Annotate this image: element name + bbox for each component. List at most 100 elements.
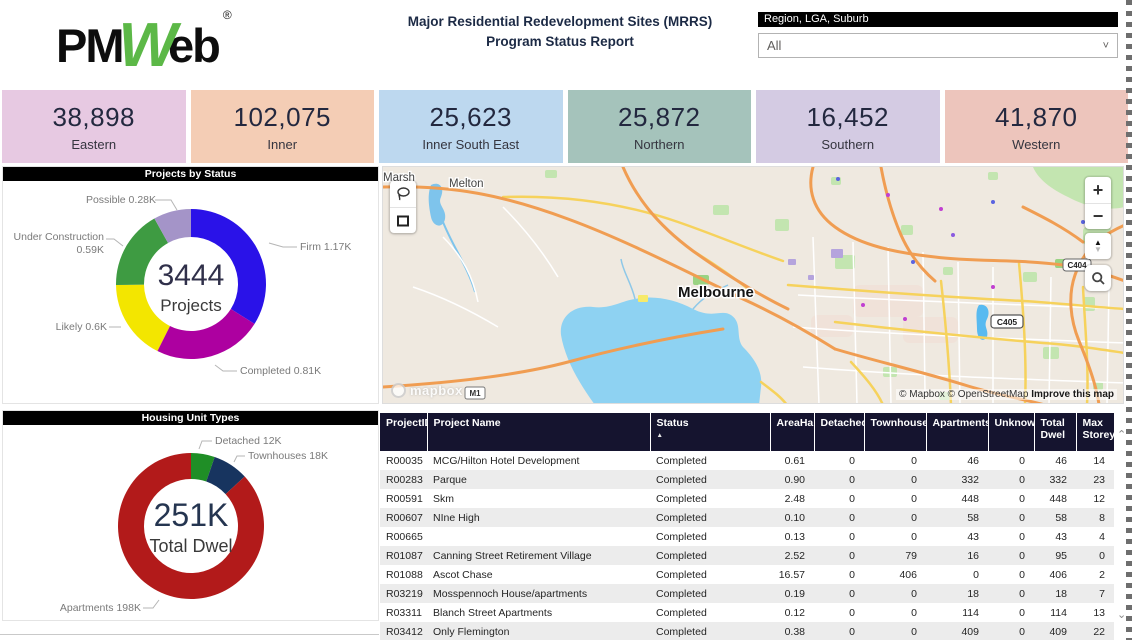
column-header-project-name[interactable]: Project Name: [427, 413, 650, 451]
table-row[interactable]: R03219Mosspennoch House/apartmentsComple…: [380, 584, 1114, 603]
housing-unit-types-panel: Housing Unit Types 251K Total Dwel Detac…: [2, 410, 379, 621]
kpi-card-inner-south-east[interactable]: 25,623Inner South East: [379, 90, 563, 163]
table-cell: 448: [926, 489, 988, 508]
map-zoom-control: + −: [1085, 177, 1111, 229]
kpi-label: Western: [1012, 137, 1060, 152]
table-cell: Completed: [650, 489, 770, 508]
chevron-down-icon: ˅: [1103, 40, 1109, 52]
table-row[interactable]: R00283ParqueCompleted0.9000332033223: [380, 470, 1114, 489]
mapbox-logo-icon: [391, 383, 406, 398]
table-cell: 46: [926, 451, 988, 470]
donut-segment-firm[interactable]: [191, 209, 266, 324]
search-icon: [1091, 271, 1106, 286]
kpi-value: 25,872: [618, 102, 701, 133]
column-header-detached[interactable]: Detached: [814, 413, 864, 451]
table-cell: 0: [814, 546, 864, 565]
logo-text-pm: PM: [56, 19, 123, 72]
table-cell: Completed: [650, 622, 770, 640]
table-cell: Skm: [427, 489, 650, 508]
improve-map-link[interactable]: Improve this map: [1031, 389, 1114, 400]
table-cell: MCG/Hilton Hotel Development: [427, 451, 650, 470]
mapbox-logo-text: mapbox: [410, 383, 463, 398]
pitch-toggle-button[interactable]: ▲ ▼: [1085, 233, 1111, 259]
table-row[interactable]: R00591SkmCompleted2.4800448044812: [380, 489, 1114, 508]
table-cell: 12: [1076, 489, 1114, 508]
table-cell: 2.52: [770, 546, 814, 565]
table-cell: 0: [864, 584, 926, 603]
column-header-apartments[interactable]: Apartments: [926, 413, 988, 451]
housing-unit-types-header: Housing Unit Types: [3, 411, 378, 425]
callout-firm: Firm 1.17K: [300, 241, 375, 254]
table-cell: R03219: [380, 584, 427, 603]
table-cell: 0: [988, 603, 1034, 622]
table-row[interactable]: R01088Ascot ChaseCompleted16.57040600406…: [380, 565, 1114, 584]
table-cell: 0: [864, 508, 926, 527]
table-cell: 0: [864, 470, 926, 489]
mapbox-logo[interactable]: mapbox: [391, 383, 463, 398]
projects-table-container: ProjectIDProject NameStatus▲AreaHaDetach…: [380, 413, 1114, 640]
callout-detached: Detached 12K: [215, 435, 325, 448]
table-cell: 18: [926, 584, 988, 603]
table-cell: 0: [864, 622, 926, 640]
table-scroll-up-icon[interactable]: ⌃: [1117, 428, 1126, 441]
table-row[interactable]: R03311Blanch Street ApartmentsCompleted0…: [380, 603, 1114, 622]
map-search-button[interactable]: [1085, 265, 1111, 291]
table-cell: 0: [926, 565, 988, 584]
column-header-status[interactable]: Status▲: [650, 413, 770, 451]
table-cell: 332: [926, 470, 988, 489]
page-edge-scrollbar[interactable]: [1126, 0, 1132, 640]
column-header-unknown[interactable]: Unknown: [988, 413, 1034, 451]
melbourne-map[interactable]: C404 M1 C405 Marsh Melton Melbourne: [382, 166, 1124, 404]
table-cell: 43: [1034, 527, 1076, 546]
zoom-out-button[interactable]: −: [1085, 203, 1111, 229]
table-cell: R00665: [380, 527, 427, 546]
table-cell: 0: [864, 451, 926, 470]
table-cell: 0: [864, 603, 926, 622]
table-row[interactable]: R00035MCG/Hilton Hotel DevelopmentComple…: [380, 451, 1114, 470]
donut-segment-likely[interactable]: [116, 285, 170, 351]
kpi-value: 16,452: [806, 102, 889, 133]
table-cell: 409: [926, 622, 988, 640]
table-cell: 0: [814, 622, 864, 640]
table-cell: 23: [1076, 470, 1114, 489]
callout-townhouses: Townhouses 18K: [248, 450, 368, 463]
table-cell: Parque: [427, 470, 650, 489]
box-select-button[interactable]: [390, 207, 416, 233]
table-cell: Completed: [650, 565, 770, 584]
table-cell: 0: [988, 565, 1034, 584]
kpi-card-northern[interactable]: 25,872Northern: [568, 90, 752, 163]
kpi-card-inner[interactable]: 102,075Inner: [191, 90, 375, 163]
kpi-value: 38,898: [52, 102, 135, 133]
table-cell: 0: [814, 451, 864, 470]
column-header-max-storeys[interactable]: Max Storeys: [1076, 413, 1114, 451]
shield-c405: C405: [997, 317, 1018, 327]
region-filter-dropdown[interactable]: All ˅: [758, 33, 1118, 58]
table-cell: 0.61: [770, 451, 814, 470]
registered-trademark-icon: ®: [223, 8, 232, 22]
table-row[interactable]: R00607NIne HighCompleted0.1000580588: [380, 508, 1114, 527]
table-row[interactable]: R03412Only FlemingtonCompleted0.38004090…: [380, 622, 1114, 640]
table-cell: 0: [864, 489, 926, 508]
zoom-in-button[interactable]: +: [1085, 177, 1111, 203]
table-row[interactable]: R00665Completed0.1300430434: [380, 527, 1114, 546]
table-cell: Completed: [650, 470, 770, 489]
kpi-card-western[interactable]: 41,870Western: [945, 90, 1129, 163]
column-header-townhouses[interactable]: Townhouses: [864, 413, 926, 451]
report-title: Major Residential Redevelopment Sites (M…: [330, 12, 790, 52]
kpi-card-eastern[interactable]: 38,898Eastern: [2, 90, 186, 163]
donut-segment-completed[interactable]: [157, 309, 254, 359]
column-header-areaha[interactable]: AreaHa: [770, 413, 814, 451]
panel-divider: [0, 634, 379, 635]
table-cell: NIne High: [427, 508, 650, 527]
table-scroll-down-icon[interactable]: ⌄: [1117, 608, 1126, 621]
map-attribution-text: © Mapbox © OpenStreetMap: [899, 389, 1028, 400]
table-row[interactable]: R01087Canning Street Retirement VillageC…: [380, 546, 1114, 565]
box-select-icon: [395, 213, 411, 229]
kpi-value: 102,075: [234, 102, 331, 133]
lasso-select-button[interactable]: [390, 181, 416, 207]
column-header-total-dwel[interactable]: Total Dwel: [1034, 413, 1076, 451]
kpi-card-southern[interactable]: 16,452Southern: [756, 90, 940, 163]
table-cell: [427, 527, 650, 546]
map-canvas: C404 M1 C405 Marsh Melton Melbourne: [383, 167, 1124, 404]
column-header-projectid[interactable]: ProjectID: [380, 413, 427, 451]
